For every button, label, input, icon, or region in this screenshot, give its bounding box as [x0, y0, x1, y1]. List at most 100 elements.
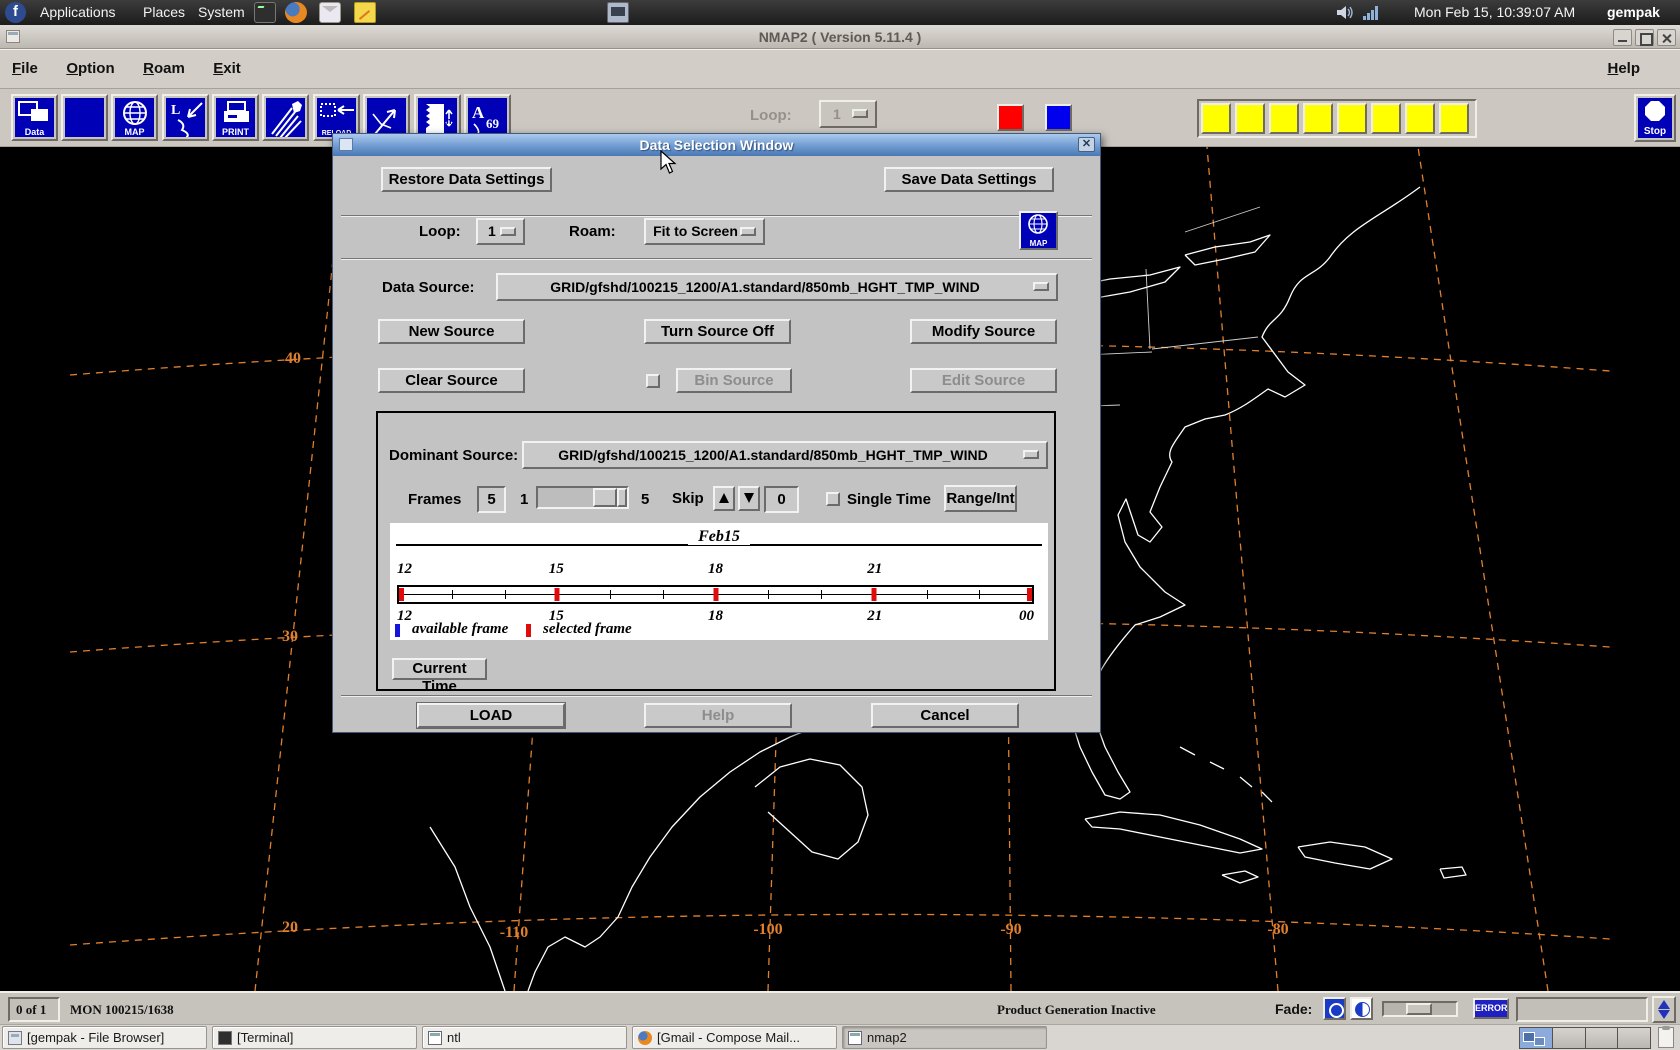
skip-down-button[interactable]: [738, 486, 760, 511]
dominant-source-dropdown[interactable]: GRID/gfshd/100215_1200/A1.standard/850mb…: [522, 441, 1048, 469]
fade-half-button[interactable]: [1350, 997, 1373, 1020]
timeline-selected-marker[interactable]: [713, 588, 718, 601]
loop-red-button[interactable]: [997, 104, 1024, 131]
edit-source-button[interactable]: Edit Source: [910, 368, 1057, 393]
network-signal-icon[interactable]: [1363, 5, 1381, 20]
workspace-1[interactable]: [1520, 1028, 1553, 1048]
close-button[interactable]: [1657, 29, 1676, 46]
terminal-launcher-icon[interactable]: [254, 2, 276, 23]
loop-blue-button[interactable]: [1045, 104, 1072, 131]
turn-source-off-button[interactable]: Turn Source Off: [644, 319, 791, 344]
workspace-4[interactable]: [1618, 1028, 1650, 1048]
save-data-settings-button[interactable]: Save Data Settings: [884, 167, 1054, 192]
range-int-button[interactable]: Range/Int: [944, 485, 1017, 512]
frames-field[interactable]: 5: [477, 486, 506, 513]
taskbar-item-terminal[interactable]: [Terminal]: [212, 1026, 417, 1049]
modify-source-button[interactable]: Modify Source: [910, 319, 1057, 344]
volume-icon[interactable]: [1336, 4, 1356, 21]
dialog-help-button[interactable]: Help: [644, 703, 792, 728]
frame-indicator[interactable]: [1371, 103, 1401, 134]
bin-source-checkbox[interactable]: [646, 374, 660, 388]
timeline-bar[interactable]: [397, 585, 1034, 604]
panel-username[interactable]: gempak: [1607, 0, 1660, 25]
zoom-area-icon[interactable]: L: [162, 94, 209, 141]
taskbar-item-nmap2[interactable]: nmap2: [842, 1026, 1047, 1049]
menu-file[interactable]: File: [12, 50, 38, 88]
skip-field[interactable]: 0: [764, 486, 799, 513]
dialog-titlebar[interactable]: Data Selection Window ✕: [333, 134, 1100, 156]
load-button[interactable]: LOAD: [417, 703, 565, 728]
roam-dropdown[interactable]: Fit to Screen: [644, 218, 765, 245]
stop-button[interactable]: Stop: [1634, 94, 1676, 142]
system-menu[interactable]: System: [192, 0, 251, 25]
places-menu[interactable]: Places: [137, 0, 191, 25]
fade-slider[interactable]: [1382, 1001, 1458, 1017]
fade-slider-handle[interactable]: [1406, 1003, 1432, 1015]
mail-launcher-icon[interactable]: [319, 2, 341, 23]
timeline-selected-marker[interactable]: [399, 588, 404, 601]
loop-blank-icon[interactable]: [61, 94, 108, 141]
workspace-3[interactable]: [1586, 1028, 1619, 1048]
spin-up-icon[interactable]: [1658, 1000, 1670, 1009]
menu-roam[interactable]: Roam: [143, 50, 185, 88]
clear-source-button[interactable]: Clear Source: [378, 368, 525, 393]
taskbar-item-ntl[interactable]: ntl: [422, 1026, 627, 1049]
nmap2-titlebar[interactable]: NMAP2 ( Version 5.11.4 ): [0, 25, 1680, 49]
fade-on-button[interactable]: [1323, 997, 1346, 1020]
bin-source-button[interactable]: Bin Source: [676, 368, 792, 393]
frame-indicator[interactable]: [1405, 103, 1435, 134]
minimize-button[interactable]: [1613, 29, 1632, 46]
map-overlay-icon[interactable]: MAP: [111, 94, 158, 141]
fade-label: Fade:: [1275, 1001, 1312, 1017]
workspace-2[interactable]: [1553, 1028, 1586, 1048]
dialog-loop-dropdown[interactable]: 1: [476, 218, 525, 245]
notes-launcher-icon[interactable]: [354, 2, 376, 23]
error-button[interactable]: ERROR: [1473, 998, 1509, 1019]
frames-slider[interactable]: [536, 486, 629, 509]
dominant-source-label: Dominant Source:: [389, 447, 518, 464]
frame-indicator[interactable]: [1303, 103, 1333, 134]
spin-down-icon[interactable]: [1658, 1010, 1670, 1019]
timeline-selected-marker[interactable]: [1027, 588, 1032, 601]
timeline-selected-marker[interactable]: [871, 588, 876, 601]
single-time-checkbox[interactable]: [826, 492, 840, 506]
separator: [341, 215, 1092, 217]
frame-spinner[interactable]: [1652, 996, 1676, 1023]
fedora-menu-icon[interactable]: f: [5, 2, 26, 23]
dialog-close-icon[interactable]: ✕: [1078, 137, 1095, 152]
taskbar-item-gmail-compose-mail[interactable]: [Gmail - Compose Mail...: [632, 1026, 837, 1049]
skip-up-button[interactable]: [713, 486, 735, 511]
product-generation-status: Product Generation Inactive: [997, 1002, 1156, 1018]
dialog-window-icon[interactable]: [339, 138, 353, 151]
dialog-map-button[interactable]: MAP: [1019, 211, 1058, 250]
menu-option[interactable]: Option: [66, 50, 114, 88]
cancel-button[interactable]: Cancel: [871, 703, 1019, 728]
frame-indicator[interactable]: [1439, 103, 1469, 134]
screenshot-tool-icon[interactable]: [607, 2, 629, 23]
taskbar-item-gempak-file-browser[interactable]: [gempak - File Browser]: [2, 1026, 207, 1049]
data-source-dropdown[interactable]: GRID/gfshd/100215_1200/A1.standard/850mb…: [496, 273, 1058, 301]
frames-slider-handle-end[interactable]: [617, 488, 627, 507]
data-source-icon[interactable]: Data: [11, 94, 58, 141]
selected-frame-marker-icon: [526, 624, 531, 637]
firefox-launcher-icon[interactable]: [285, 2, 307, 23]
current-time-button[interactable]: Current Time: [392, 658, 487, 680]
print-icon[interactable]: PRINT: [212, 94, 259, 141]
workspace-switcher[interactable]: [1519, 1027, 1651, 1049]
frames-slider-handle[interactable]: [593, 488, 617, 507]
frame-indicator[interactable]: [1235, 103, 1265, 134]
frame-indicator[interactable]: [1201, 103, 1231, 134]
timeline-panel[interactable]: Feb15 12151821 1215182100 available fram…: [390, 523, 1048, 640]
frame-indicator[interactable]: [1337, 103, 1367, 134]
restore-data-settings-button[interactable]: Restore Data Settings: [381, 167, 552, 192]
menu-help[interactable]: Help: [1607, 50, 1640, 88]
clipboard-icon[interactable]: [1658, 1027, 1674, 1048]
menu-exit[interactable]: Exit: [213, 50, 241, 88]
new-source-button[interactable]: New Source: [378, 319, 525, 344]
frame-indicator[interactable]: [1269, 103, 1299, 134]
applications-menu[interactable]: Applications: [34, 0, 122, 25]
timeline-selected-marker[interactable]: [555, 588, 560, 601]
fade-icon[interactable]: [262, 94, 309, 141]
maximize-button[interactable]: [1635, 29, 1654, 46]
panel-clock[interactable]: Mon Feb 15, 10:39:07 AM: [1414, 0, 1575, 25]
